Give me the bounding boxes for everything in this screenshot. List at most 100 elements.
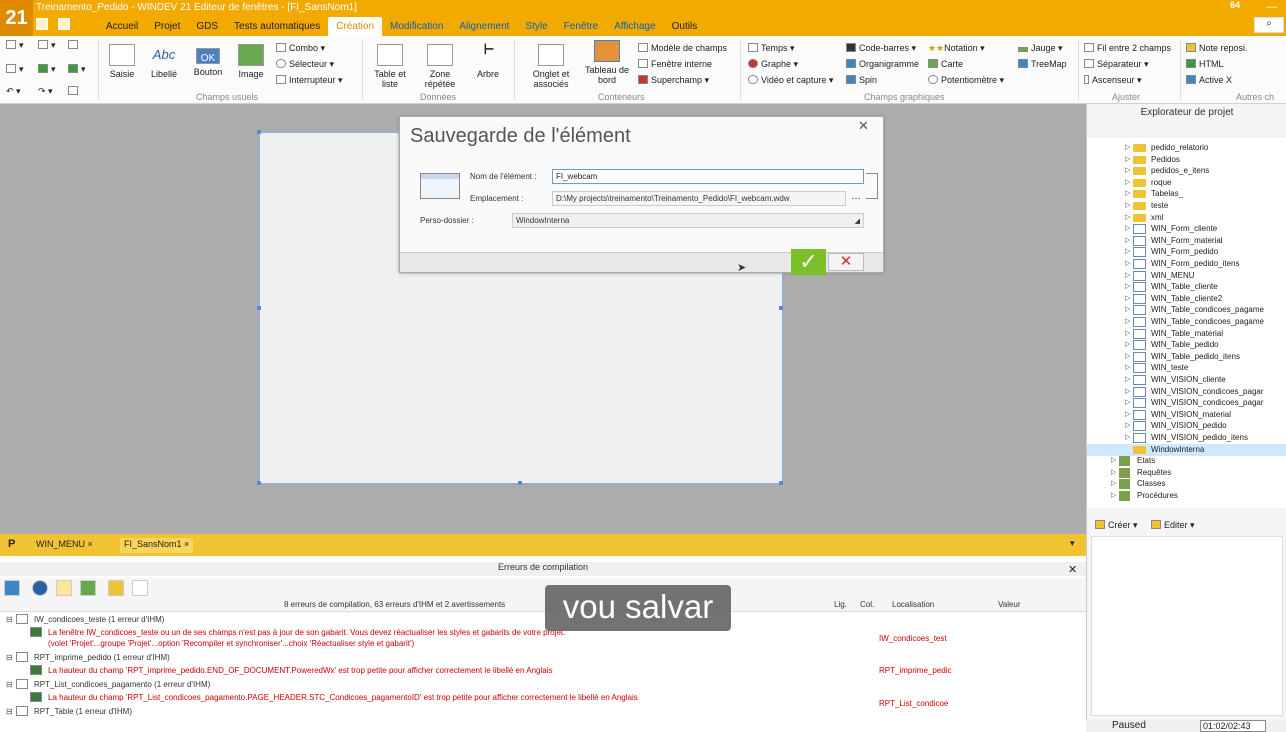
bouton-button[interactable]: OK Bouton [190, 44, 226, 77]
menu-affichage[interactable]: Affichage [606, 17, 664, 36]
collapse-icon[interactable]: ⊟ [6, 706, 13, 717]
expand-icon[interactable]: ▷ [1125, 212, 1130, 224]
menu-gds[interactable]: GDS [188, 17, 226, 36]
warning-icon[interactable] [56, 580, 72, 596]
expand-icon[interactable]: ▷ [1125, 281, 1130, 293]
explorer-item[interactable]: ▷ Procédures [1087, 490, 1286, 502]
link-icon[interactable] [866, 173, 878, 199]
open-icon[interactable]: ▾ [38, 40, 56, 51]
expand-icon[interactable]: ▷ [1125, 374, 1130, 386]
expand-icon[interactable]: ▷ [1111, 490, 1116, 502]
grid-icon[interactable] [36, 18, 48, 30]
collapse-icon[interactable]: ⊟ [6, 652, 13, 663]
redo-icon[interactable]: ↷ ▾ [38, 86, 53, 97]
expand-icon[interactable]: ▷ [1125, 235, 1130, 247]
collapse-icon[interactable]: ⊟ [6, 614, 13, 625]
explorer-item[interactable]: ▷ WIN_VISION_cliente [1087, 374, 1286, 386]
expand-icon[interactable]: ▷ [1125, 339, 1130, 351]
modele-champs-button[interactable]: Modèle de champs [638, 43, 727, 53]
expand-icon[interactable]: ▷ [1125, 200, 1130, 212]
explorer-item[interactable]: ▷ Tabelas_ [1087, 188, 1286, 200]
code-barres-button[interactable]: Code-barres ▾ [846, 43, 916, 54]
expand-icon[interactable]: ▷ [1125, 304, 1130, 316]
explorer-item[interactable]: ▷ WIN_MENU [1087, 270, 1286, 282]
tableau-bord-button[interactable]: Tableau de bord [582, 40, 632, 85]
explorer-item[interactable]: ▷ WIN_Table_pedido_itens [1087, 351, 1286, 363]
col-lig[interactable]: Lig. [834, 600, 847, 609]
menu-alignement[interactable]: Alignement [451, 17, 517, 36]
refresh-icon[interactable] [4, 580, 20, 596]
fil-button[interactable]: Fil entre 2 champs [1084, 43, 1171, 53]
creer-button[interactable]: Créer ▾ [1095, 520, 1138, 531]
tab-fi-sansnom1[interactable]: FI_SansNom1 × [120, 538, 194, 553]
treemap-button[interactable]: TreeMap [1018, 59, 1067, 69]
resize-handle[interactable] [257, 306, 261, 310]
explorer-item[interactable]: ▷ WIN_VISION_condicoes_pagar [1087, 397, 1286, 409]
spin-button[interactable]: Spin [846, 75, 877, 85]
explorer-item[interactable]: ▷ WIN_VISION_pedido [1087, 420, 1286, 432]
ascenseur-button[interactable]: Ascenseur ▾ [1084, 75, 1142, 86]
expand-icon[interactable]: ▷ [1125, 142, 1130, 154]
search-icon[interactable]: ⌕ [1254, 17, 1284, 33]
undo-icon[interactable]: ↶ ▾ [6, 86, 21, 97]
explorer-item[interactable]: ▷ Etats [1087, 455, 1286, 467]
arbre-button[interactable]: ┣━ Arbre [472, 44, 504, 79]
zone-repetee-button[interactable]: Zone répétée [418, 44, 462, 89]
save-icon[interactable] [68, 40, 81, 50]
explorer-item[interactable]: ▷ WIN_Form_pedido_itens [1087, 258, 1286, 270]
menu-outils[interactable]: Outils [664, 17, 706, 36]
explorer-item[interactable]: ▷ Classes [1087, 478, 1286, 490]
saisie-button[interactable]: Saisie [106, 44, 138, 79]
expand-icon[interactable]: ▷ [1125, 177, 1130, 189]
menu-creation[interactable]: Création [328, 17, 383, 36]
video-capture-button[interactable]: Vidéo et capture ▾ [748, 75, 833, 86]
collapse-icon[interactable]: ⊟ [6, 679, 13, 690]
explorer-tree[interactable]: ▷ pedido_relatorio ▷ Pedidos ▷ pedidos_e_iten… [1087, 138, 1286, 508]
explorer-item[interactable]: ▷ WIN_Table_material [1087, 328, 1286, 340]
onglet-button[interactable]: Onglet et associés [526, 44, 576, 89]
html-button[interactable]: HTML [1186, 59, 1224, 69]
col-valeur[interactable]: Valeur [998, 600, 1021, 609]
expand-icon[interactable]: ▷ [1125, 258, 1130, 270]
carte-button[interactable]: Carte [928, 59, 963, 69]
graphe-button[interactable]: Graphe ▾ [748, 59, 798, 70]
image-error-icon[interactable] [80, 580, 96, 596]
interrupteur-button[interactable]: Interrupteur ▾ [276, 75, 343, 86]
browse-button[interactable]: … [848, 191, 864, 206]
explorer-item[interactable]: ▷ WIN_Table_condicoes_pagame [1087, 316, 1286, 328]
expand-icon[interactable]: ▷ [1111, 467, 1116, 479]
expand-icon[interactable]: ▷ [1125, 328, 1130, 340]
explorer-item[interactable]: ▷ xml [1087, 212, 1286, 224]
close-icon[interactable]: × [184, 539, 189, 549]
menu-projet[interactable]: Projet [146, 17, 188, 36]
explorer-item[interactable]: ▷ WIN_Form_cliente [1087, 223, 1286, 235]
nom-element-input[interactable]: FI_webcam [552, 169, 864, 184]
explorer-item[interactable]: ▷ WIN_Table_cliente [1087, 281, 1286, 293]
explorer-item[interactable]: ▷ WIN_Form_material [1087, 235, 1286, 247]
resize-handle[interactable] [518, 481, 522, 485]
expand-icon[interactable]: ▷ [1125, 409, 1130, 421]
tree-icon[interactable] [132, 580, 148, 596]
explorer-item[interactable]: ▷ roque [1087, 177, 1286, 189]
explorer-item[interactable]: ▷ teste [1087, 200, 1286, 212]
combo-button[interactable]: Combo ▾ [276, 43, 325, 54]
menu-style[interactable]: Style [517, 17, 555, 36]
resize-handle[interactable] [779, 306, 783, 310]
explorer-item[interactable]: ▷ Pedidos [1087, 154, 1286, 166]
potentiometre-button[interactable]: Potentiomètre ▾ [928, 75, 1004, 86]
expand-icon[interactable]: ▷ [1125, 270, 1130, 282]
close-icon[interactable]: × [88, 539, 93, 549]
minimize-icon[interactable]: — [1266, 1, 1277, 13]
emplacement-input[interactable]: D:\My projects\treinamento\Treinamento_P… [552, 191, 846, 206]
resize-handle[interactable] [779, 481, 783, 485]
image-button[interactable]: Image [234, 44, 268, 79]
expand-icon[interactable]: ▷ [1111, 455, 1116, 467]
superchamp-button[interactable]: Superchamp ▾ [638, 75, 709, 86]
expand-icon[interactable]: ▷ [1125, 165, 1130, 177]
explorer-item[interactable]: ▷ WIN_Table_pedido [1087, 339, 1286, 351]
confirm-button[interactable]: ✓ [791, 249, 826, 275]
menu-accueil[interactable]: Accueil [98, 17, 146, 36]
menu-modification[interactable]: Modification [382, 17, 451, 36]
layout-icon[interactable] [58, 18, 70, 30]
tabs-menu-icon[interactable]: ▾ [1066, 537, 1079, 552]
